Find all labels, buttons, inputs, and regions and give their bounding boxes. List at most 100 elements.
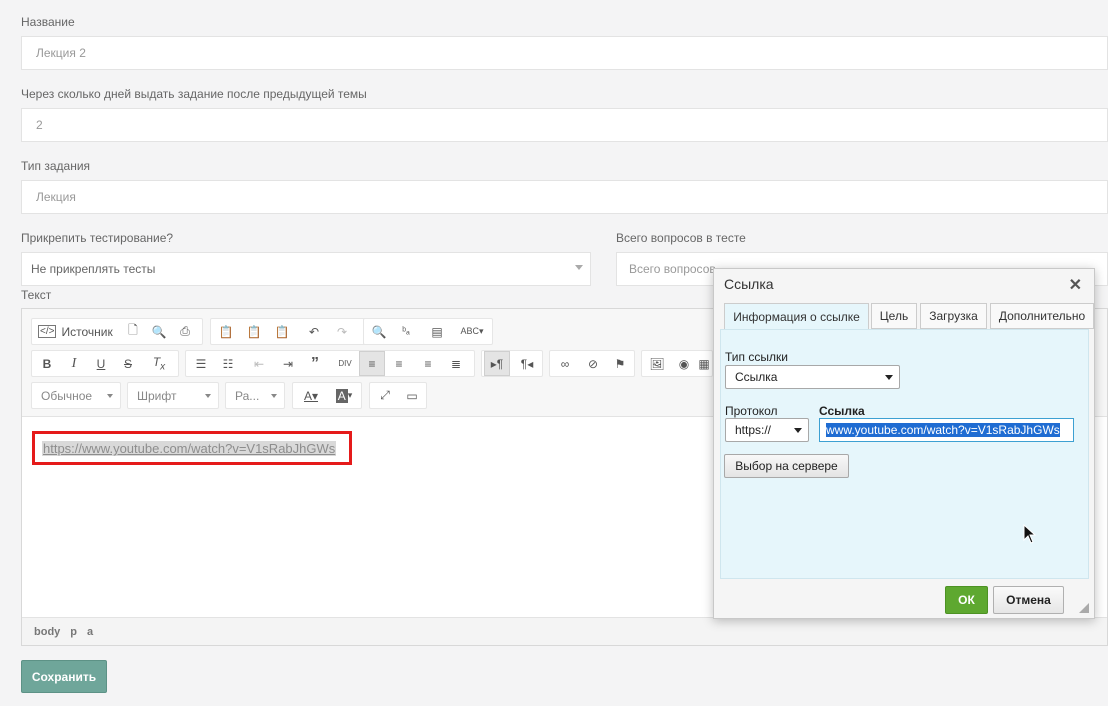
ltr-button[interactable]: ▸¶ [484, 351, 510, 376]
outdent-icon: ⇤ [253, 356, 265, 371]
cancel-button[interactable]: Отмена [993, 586, 1064, 614]
image-button[interactable]: 🖼 [644, 351, 670, 376]
source-button[interactable]: </> Источник [34, 319, 114, 344]
print-button[interactable]: ⎙ [172, 319, 198, 344]
name-label: Название [21, 15, 75, 29]
toolbar-group-insert: 🖼 ◉ ▦ [641, 350, 713, 377]
tab-target[interactable]: Цель [871, 303, 917, 329]
chevron-down-icon: ▾ [347, 390, 353, 400]
ok-button[interactable]: ОК [945, 586, 988, 614]
align-left-button[interactable]: ≡ [359, 351, 385, 376]
new-page-button[interactable]: 🗋 [120, 319, 146, 344]
table-button[interactable]: ▦ [696, 351, 712, 376]
tab-upload[interactable]: Загрузка [920, 303, 987, 329]
anchor-button[interactable]: ⚑ [607, 351, 633, 376]
show-blocks-button[interactable]: ▭ [399, 383, 425, 408]
mouse-cursor-icon [1023, 524, 1037, 544]
toolbar-group-paragraph: ☰ ☷ ⇤ ⇥ ” DIV ≡ ≡ ≡ ≣ [185, 350, 475, 377]
undo-icon: ↶ [308, 324, 320, 339]
protocol-select[interactable]: https:// [725, 418, 809, 442]
path-a[interactable]: a [87, 626, 93, 638]
flash-button[interactable]: ◉ [671, 351, 697, 376]
days-value: 2 [36, 118, 43, 132]
link-type-select[interactable]: Ссылка [725, 365, 900, 389]
undo-button[interactable]: ↶ [301, 319, 327, 344]
print-icon: ⎙ [180, 324, 190, 338]
redo-button[interactable]: ↷ [329, 319, 355, 344]
days-input[interactable]: 2 [21, 108, 1108, 142]
preview-button[interactable]: 🔍 [146, 319, 172, 344]
bulleted-list-icon: ☷ [222, 356, 234, 371]
outdent-button[interactable]: ⇤ [246, 351, 272, 376]
size-combo[interactable]: Ра... [225, 382, 285, 409]
format-combo[interactable]: Обычное [31, 382, 121, 409]
font-combo[interactable]: Шрифт [127, 382, 219, 409]
spellcheck-icon: ABC▾ [460, 326, 484, 336]
url-value: www.youtube.com/watch?v=V1sRabJhGWs [826, 423, 1060, 437]
format-label: Обычное [41, 388, 93, 403]
new-page-icon: 🗋 [128, 323, 138, 337]
name-input[interactable]: Лекция 2 [21, 36, 1108, 70]
toolbar-group-document: </> Источник 🗋 🔍 ⎙ [31, 318, 203, 345]
path-p[interactable]: p [70, 626, 77, 638]
tab-advanced[interactable]: Дополнительно [990, 303, 1094, 329]
protocol-label: Протокол [725, 404, 778, 418]
text-color-icon: A▾ [303, 388, 319, 403]
spellcheck-button[interactable]: ABC▾ [454, 319, 490, 344]
align-center-button[interactable]: ≡ [386, 351, 412, 376]
attach-test-value: Не прикреплять тесты [31, 262, 156, 276]
bg-color-button[interactable]: A ▾ [328, 383, 360, 408]
rtl-icon: ¶◂ [520, 356, 534, 371]
replace-button[interactable]: ᵇₐ [393, 319, 419, 344]
tab-link-info[interactable]: Информация о ссылке [724, 303, 869, 330]
link-type-value: Ссылка [735, 370, 778, 384]
chevron-down-icon [794, 428, 802, 433]
text-label: Текст [21, 288, 52, 302]
paste-icon: 📋 [218, 324, 234, 339]
url-input[interactable]: www.youtube.com/watch?v=V1sRabJhGWs [819, 418, 1074, 442]
paste-text-button[interactable]: 📋 [241, 319, 267, 344]
attach-test-select[interactable]: Не прикреплять тесты [21, 252, 591, 286]
total-questions-placeholder: Всего вопросов [629, 262, 716, 276]
strikethrough-icon: S [123, 356, 132, 371]
italic-button[interactable]: I [61, 351, 87, 376]
save-button[interactable]: Сохранить [21, 660, 107, 693]
select-all-button[interactable]: ▤ [424, 319, 450, 344]
align-center-icon: ≡ [395, 356, 403, 371]
chevron-down-icon [107, 394, 113, 398]
link-button[interactable]: ∞ [552, 351, 578, 376]
type-value: Лекция [36, 190, 76, 204]
italic-icon: I [71, 355, 77, 371]
numbered-list-button[interactable]: ☰ [188, 351, 214, 376]
find-button[interactable]: 🔍 [366, 319, 392, 344]
dialog-title: Ссылка [724, 276, 774, 292]
underline-icon: U [96, 356, 106, 371]
close-icon[interactable]: ✕ [1069, 275, 1082, 295]
align-right-button[interactable]: ≡ [415, 351, 441, 376]
toolbar-group-clipboard: 📋 📋 📋 ↶ ↷ [210, 318, 378, 345]
maximize-button[interactable]: ⤢ [372, 383, 398, 408]
paste-button[interactable]: 📋 [213, 319, 239, 344]
resize-handle[interactable] [1079, 603, 1089, 613]
paste-word-button[interactable]: 📋 [269, 319, 295, 344]
chevron-down-icon [205, 394, 211, 398]
unlink-button[interactable]: ⊘ [580, 351, 606, 376]
type-input[interactable]: Лекция [21, 180, 1108, 214]
bulleted-list-button[interactable]: ☷ [215, 351, 241, 376]
source-label: Источник [61, 324, 113, 339]
underline-button[interactable]: U [88, 351, 114, 376]
path-body[interactable]: body [34, 626, 60, 638]
rtl-button[interactable]: ¶◂ [514, 351, 540, 376]
justify-button[interactable]: ≣ [443, 351, 469, 376]
chevron-down-icon [575, 265, 583, 270]
blockquote-button[interactable]: ” [302, 351, 328, 376]
div-button[interactable]: DIV [332, 351, 358, 376]
remove-format-button[interactable]: Tx [146, 351, 172, 376]
strike-button[interactable]: S [115, 351, 141, 376]
content-link[interactable]: https://www.youtube.com/watch?v=V1sRabJh… [42, 441, 337, 456]
text-color-button[interactable]: A▾ [295, 383, 327, 408]
indent-button[interactable]: ⇥ [275, 351, 301, 376]
browse-server-button[interactable]: Выбор на сервере [724, 454, 849, 478]
bold-button[interactable]: B [34, 351, 60, 376]
unlink-icon: ⊘ [587, 356, 599, 371]
